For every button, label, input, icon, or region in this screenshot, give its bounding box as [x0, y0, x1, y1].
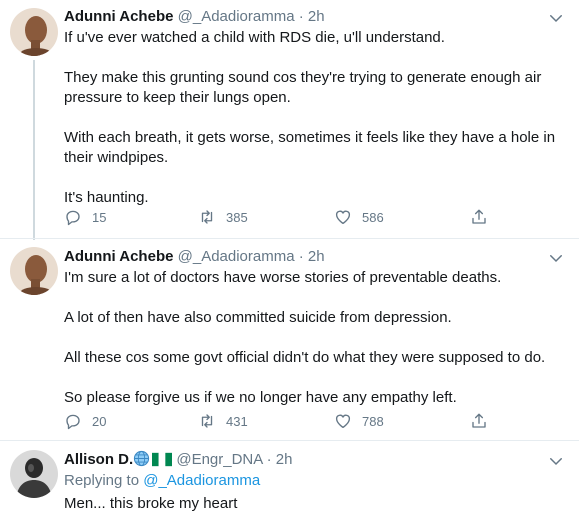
- display-name[interactable]: Adunni Achebe: [64, 248, 173, 265]
- tweet-3[interactable]: Allison D. @Engr_DNA · 2h Replying to @_…: [0, 441, 579, 514]
- tweet-paragraph: All these cos some govt official didn't …: [64, 349, 546, 366]
- display-name[interactable]: Allison D.: [64, 451, 133, 468]
- handle[interactable]: @Engr_DNA: [176, 451, 262, 468]
- tweet-text: I'm sure a lot of doctors have worse sto…: [64, 268, 561, 408]
- tweet-text: If u've ever watched a child with RDS di…: [64, 28, 561, 208]
- handle[interactable]: @_Adadioramma: [178, 248, 295, 265]
- separator-dot: ·: [298, 248, 304, 265]
- timestamp[interactable]: 2h: [308, 248, 325, 265]
- avatar[interactable]: [10, 247, 58, 295]
- tweet-1[interactable]: Adunni Achebe @_Adadioramma · 2h If u've…: [0, 0, 579, 240]
- retweet-count: 431: [226, 413, 248, 429]
- reply-icon: [66, 210, 80, 226]
- retweet-icon: [201, 414, 213, 428]
- tweet-text: Men... this broke my heart: [64, 494, 561, 514]
- share-button[interactable]: [470, 412, 498, 430]
- reply-count: 15: [92, 209, 107, 225]
- reply-icon: [66, 414, 80, 430]
- avatar[interactable]: [10, 450, 58, 498]
- tweet-paragraph: So please forgive us if we no longer hav…: [64, 389, 457, 406]
- tweet-paragraph: With each breath, it gets worse, sometim…: [64, 129, 556, 166]
- display-name[interactable]: Adunni Achebe: [64, 8, 173, 25]
- reply-count: 20: [92, 413, 107, 429]
- like-count: 788: [362, 413, 384, 429]
- tweet-actions: 20 431 788: [64, 412, 494, 432]
- retweet-button[interactable]: 385: [198, 208, 248, 226]
- share-icon: [472, 413, 486, 428]
- tweet-paragraph: A lot of then have also committed suicid…: [64, 309, 452, 326]
- like-icon: [335, 414, 351, 429]
- replying-to-link[interactable]: @_Adadioramma: [143, 472, 260, 489]
- like-icon: [335, 210, 351, 225]
- tweet-paragraph: I'm sure a lot of doctors have worse sto…: [64, 269, 502, 286]
- avatar[interactable]: [10, 8, 58, 56]
- like-button[interactable]: 788: [334, 412, 384, 430]
- handle[interactable]: @_Adadioramma: [178, 8, 295, 25]
- like-count: 586: [362, 209, 384, 225]
- separator-dot: ·: [298, 8, 304, 25]
- tweet-header: Adunni Achebe @_Adadioramma · 2h: [64, 7, 325, 27]
- tweet-paragraph: If u've ever watched a child with RDS di…: [64, 29, 445, 46]
- tweet-header: Adunni Achebe @_Adadioramma · 2h: [64, 247, 325, 267]
- globe-icon: [133, 450, 150, 473]
- share-icon: [472, 209, 486, 224]
- separator-dot: ·: [266, 451, 272, 468]
- share-button[interactable]: [470, 208, 498, 226]
- tweet-2[interactable]: Adunni Achebe @_Adadioramma · 2h I'm sur…: [0, 239, 579, 439]
- tweet-paragraph: They make this grunting sound cos they'r…: [64, 69, 542, 106]
- reply-button[interactable]: 15: [64, 208, 106, 226]
- timestamp[interactable]: 2h: [308, 8, 325, 25]
- tweet-header: Allison D. @Engr_DNA · 2h: [64, 450, 292, 473]
- retweet-button[interactable]: 431: [198, 412, 248, 430]
- timestamp[interactable]: 2h: [276, 451, 293, 468]
- chevron-down-icon[interactable]: [547, 452, 565, 470]
- like-button[interactable]: 586: [334, 208, 384, 226]
- retweet-icon: [201, 210, 213, 224]
- replying-to-label: Replying to: [64, 472, 140, 489]
- tweet-paragraph: It's haunting.: [64, 189, 149, 206]
- replying-to: Replying to @_Adadioramma: [64, 471, 260, 491]
- chevron-down-icon[interactable]: [547, 9, 565, 27]
- nigeria-flag-icon: [152, 452, 173, 473]
- thread-line: [33, 60, 35, 240]
- tweet-actions: 15 385 586: [64, 208, 494, 228]
- tweet-paragraph: Men... this broke my heart: [64, 495, 238, 512]
- retweet-count: 385: [226, 209, 248, 225]
- chevron-down-icon[interactable]: [547, 249, 565, 267]
- reply-button[interactable]: 20: [64, 412, 106, 430]
